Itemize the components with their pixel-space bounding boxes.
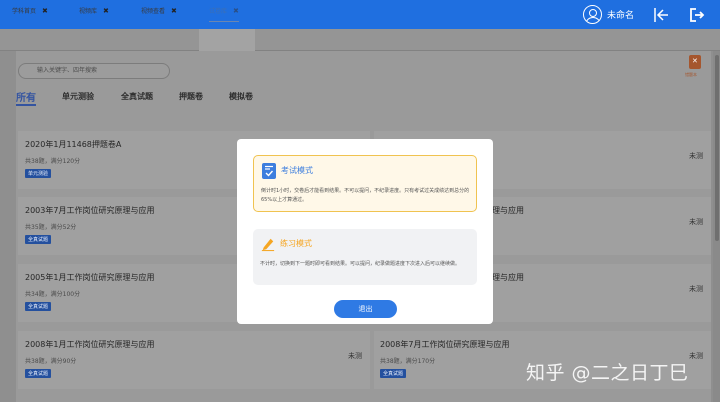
paper-status: 未测: [689, 352, 703, 360]
paper-tag: 全真试题: [25, 302, 52, 311]
paper-status: 未测: [689, 218, 703, 226]
paper-title: 2003年7月工作岗位研究原理与应用: [25, 206, 155, 215]
exam-mode-description: 倒计时1小时，交卷后才能看到结果。不可以提问，不纪录进度。只有考试过关成绩达到总…: [261, 188, 470, 203]
practice-mode-option[interactable]: 练习模式 不计时，切换到下一题时即可看到结果。可以提问，纪录做题进度下次进入后可…: [253, 229, 477, 285]
paper-meta: 共38题，满分90分: [25, 358, 77, 365]
tab-label: 试卷库: [209, 8, 228, 15]
paper-status: 未测: [689, 285, 703, 293]
category-predicted[interactable]: 押题卷: [179, 91, 203, 102]
paper-title: 2008年1月工作岗位研究原理与应用: [25, 340, 155, 349]
paper-tag: 全真试题: [25, 369, 52, 378]
paper-card[interactable]: 2008年1月工作岗位研究原理与应用 共38题，满分90分 全真试题 未测: [18, 331, 370, 389]
user-menu[interactable]: 未命名: [582, 5, 634, 24]
watermark: 知乎 @二之日丁巳: [526, 362, 689, 384]
user-avatar-icon: [582, 5, 602, 24]
scrollbar-thumb[interactable]: [715, 55, 719, 241]
paper-meta: 共38题，满分120分: [25, 158, 81, 165]
paper-title: 2008年7月工作岗位研究原理与应用: [380, 340, 510, 349]
paper-tag: 全真试题: [25, 235, 52, 244]
category-all[interactable]: 所有: [16, 89, 36, 104]
exit-button[interactable]: 退出: [334, 300, 397, 318]
category-unit-test[interactable]: 单元测验: [62, 91, 94, 102]
pencil-icon: [261, 238, 275, 252]
category-mock[interactable]: 模拟卷: [229, 91, 253, 102]
paper-meta: 共38题，满分170分: [380, 358, 436, 365]
logout-icon[interactable]: [688, 6, 706, 24]
exam-mode-option[interactable]: 考试模式 倒计时1小时，交卷后才能看到结果。不可以提问，不纪录进度。只有考试过关…: [253, 155, 477, 212]
practice-mode-title: 练习模式: [280, 239, 312, 248]
tab-label: 视频查看: [141, 8, 166, 15]
badge-label: 错题本: [685, 72, 697, 77]
paper-meta: 共34题，满分100分: [25, 291, 81, 298]
paper-meta: 共35题，满分52分: [25, 224, 77, 231]
close-icon[interactable]: ✖: [42, 7, 48, 15]
close-icon[interactable]: ✖: [171, 7, 177, 15]
search-input[interactable]: 输入关键字、四年搜索: [18, 63, 170, 79]
exam-paper-icon: [262, 163, 276, 179]
close-icon[interactable]: ✖: [103, 7, 109, 15]
practice-mode-description: 不计时，切换到下一题时即可看到结果。可以提问，纪录做题进度下次进入后可以继续做。: [260, 261, 461, 267]
mode-select-dialog: 考试模式 倒计时1小时，交卷后才能看到结果。不可以提问，不纪录进度。只有考试过关…: [237, 139, 493, 324]
tab-video-view[interactable]: 视频查看 ✖: [141, 0, 177, 22]
close-icon[interactable]: ✖: [233, 7, 239, 15]
tab-video-library[interactable]: 视频库 ✖: [79, 0, 109, 22]
tab-label: 视频库: [79, 8, 98, 15]
paper-title: 2020年1月11468押题卷A: [25, 140, 122, 149]
tab-paper-library[interactable]: 试卷库 ✖: [209, 0, 239, 22]
tab-bar: [0, 29, 720, 51]
paper-title: 2005年1月工作岗位研究原理与应用: [25, 273, 155, 282]
paper-tag: 单元测验: [25, 169, 52, 178]
active-tab-bg: [199, 29, 255, 51]
username: 未命名: [606, 11, 634, 21]
tab-label: 学科首页: [12, 8, 37, 15]
wrong-question-book[interactable]: 错题本: [685, 55, 705, 83]
paper-title: 理与应用: [492, 206, 524, 215]
exam-mode-title: 考试模式: [281, 166, 313, 175]
tab-subject-home[interactable]: 学科首页 ✖: [12, 0, 48, 22]
paper-status: 未测: [689, 152, 703, 160]
paper-title: 理与应用: [492, 273, 524, 282]
paper-tag: 全真试题: [380, 369, 407, 378]
collapse-left-icon[interactable]: [652, 6, 670, 24]
category-underline: [16, 104, 36, 106]
book-icon: [689, 55, 701, 69]
category-real-exam[interactable]: 全真试题: [121, 91, 153, 102]
paper-status: 未测: [348, 352, 362, 360]
